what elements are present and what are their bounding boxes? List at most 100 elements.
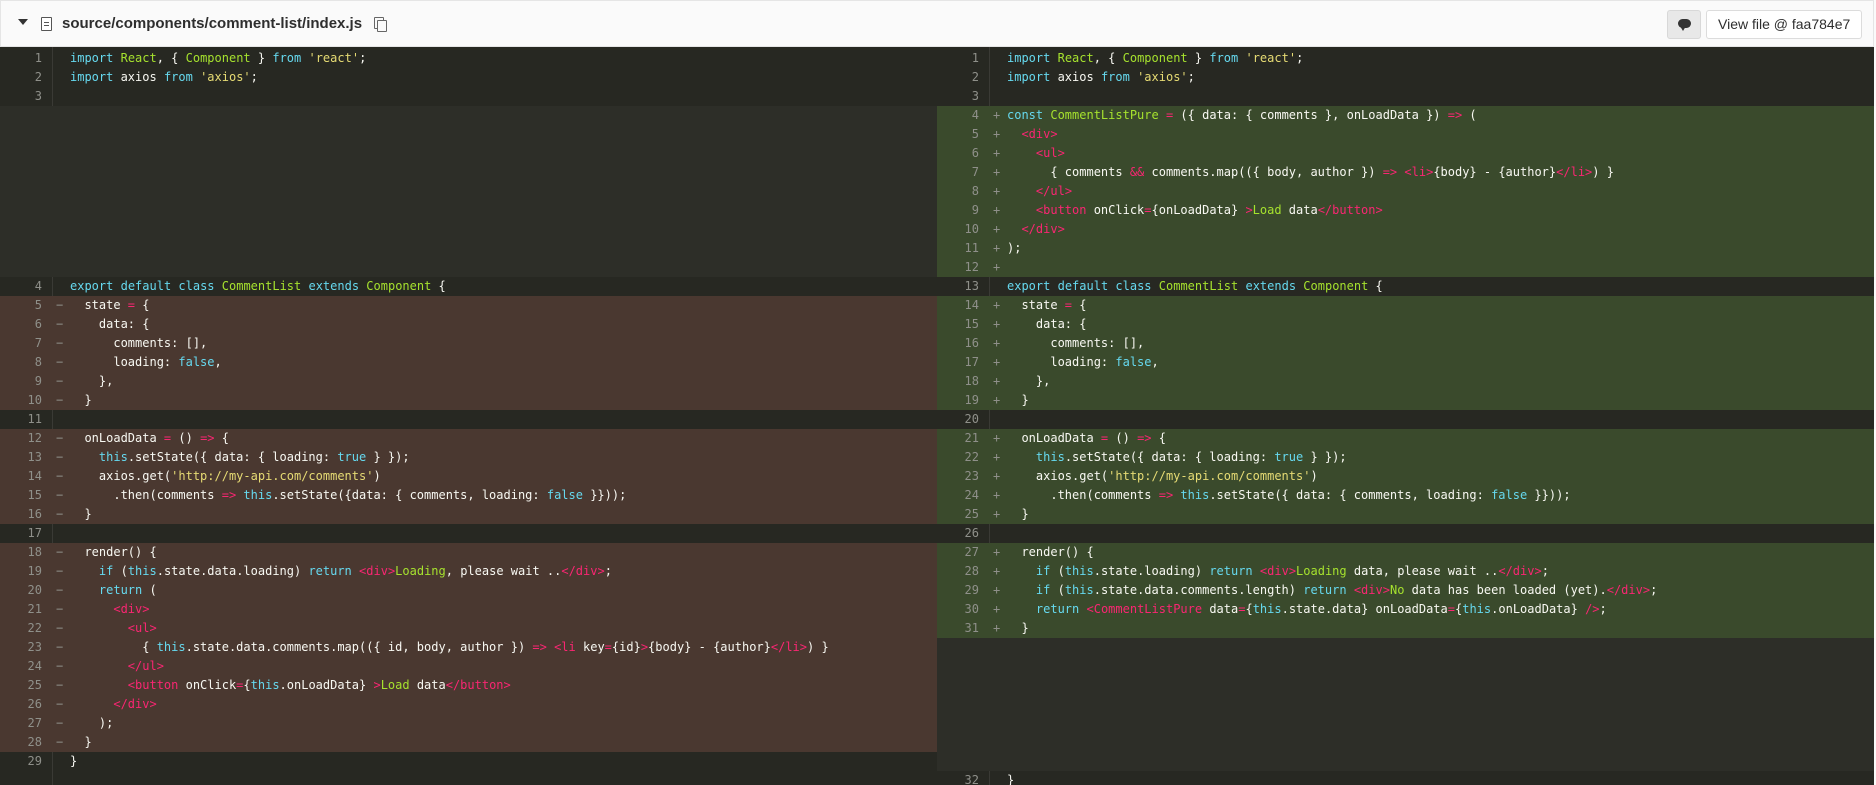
diff-line[interactable]: 4 export default class CommentList extend… [0,277,937,296]
diff-line[interactable]: 2 import axios from 'axios'; [937,68,1874,87]
diff-line[interactable]: 22− <ul> [0,619,937,638]
diff-line[interactable]: 3 [0,87,937,106]
diff-line[interactable]: 20− return ( [0,581,937,600]
line-number[interactable]: 18 [937,372,979,391]
diff-line[interactable]: 23 + axios.get('http://my-api.com/comment… [937,467,1874,486]
diff-line[interactable]: 14 + state = { [937,296,1874,315]
diff-line[interactable]: 23− { this.state.data.comments.map(({ id… [0,638,937,657]
line-number[interactable]: 27 [0,714,42,733]
diff-line[interactable]: 28− } [0,733,937,752]
diff-line[interactable]: 16 + comments: [], [937,334,1874,353]
line-number[interactable]: 14 [0,467,42,486]
diff-line[interactable]: 19 + } [937,391,1874,410]
line-number[interactable]: 17 [0,524,42,543]
diff-line[interactable]: 15 + data: { [937,315,1874,334]
diff-line[interactable]: 3 [937,87,1874,106]
diff-line[interactable]: 28 + if (this.state.loading) return <div>… [937,562,1874,581]
line-number[interactable]: 27 [937,543,979,562]
line-number[interactable]: 9 [937,201,979,220]
diff-line[interactable]: 21− <div> [0,600,937,619]
line-number[interactable]: 32 [937,771,979,785]
line-number[interactable]: 3 [0,87,42,106]
diff-line[interactable]: 5 + <div> [937,125,1874,144]
diff-line[interactable]: 32} [937,771,1874,785]
diff-line[interactable]: 15− .then(comments => this.setState({dat… [0,486,937,505]
diff-line[interactable]: 21 + onLoadData = () => { [937,429,1874,448]
diff-line[interactable]: 16− } [0,505,937,524]
diff-line[interactable]: 17 [0,524,937,543]
diff-line[interactable]: 27− ); [0,714,937,733]
line-number[interactable]: 23 [0,638,42,657]
diff-line[interactable]: 25− <button onClick={this.onLoadData} >L… [0,676,937,695]
line-number[interactable]: 16 [937,334,979,353]
line-number[interactable]: 4 [937,106,979,125]
diff-line[interactable]: 11 +); [937,239,1874,258]
diff-line[interactable]: 27 + render() { [937,543,1874,562]
diff-line[interactable]: 17 + loading: false, [937,353,1874,372]
diff-line[interactable]: 26 [937,524,1874,543]
line-number[interactable]: 13 [937,277,979,296]
copy-path-icon[interactable] [374,17,387,32]
line-number[interactable]: 7 [937,163,979,182]
diff-line[interactable]: 12− onLoadData = () => { [0,429,937,448]
diff-line[interactable]: 24− </ul> [0,657,937,676]
line-number[interactable]: 23 [937,467,979,486]
line-number[interactable]: 14 [937,296,979,315]
diff-line[interactable]: 2 import axios from 'axios'; [0,68,937,87]
line-number[interactable]: 29 [0,752,42,771]
line-number[interactable]: 19 [937,391,979,410]
line-number[interactable]: 7 [0,334,42,353]
diff-line[interactable]: 10 + </div> [937,220,1874,239]
line-number[interactable]: 22 [0,619,42,638]
line-number[interactable]: 21 [0,600,42,619]
diff-line[interactable]: 9− }, [0,372,937,391]
line-number[interactable]: 21 [937,429,979,448]
line-number[interactable]: 26 [937,524,979,543]
line-number[interactable]: 8 [937,182,979,201]
toggle-comments-button[interactable] [1667,10,1701,39]
line-number[interactable]: 28 [0,733,42,752]
diff-line[interactable]: 14− axios.get('http://my-api.com/comment… [0,467,937,486]
diff-line[interactable]: 29} [0,752,937,771]
diff-line[interactable]: 10− } [0,391,937,410]
line-number[interactable]: 29 [937,581,979,600]
diff-line[interactable]: 25 + } [937,505,1874,524]
line-number[interactable]: 15 [937,315,979,334]
line-number[interactable]: 6 [937,144,979,163]
diff-line[interactable]: 31 + } [937,619,1874,638]
line-number[interactable]: 28 [937,562,979,581]
line-number[interactable]: 6 [0,315,42,334]
line-number[interactable]: 19 [0,562,42,581]
diff-line[interactable]: 30 + return <CommentListPure data={this.s… [937,600,1874,619]
line-number[interactable]: 13 [0,448,42,467]
line-number[interactable]: 1 [0,49,42,68]
diff-line[interactable]: 4 + const CommentListPure = ({ data: { com… [937,106,1874,125]
line-number[interactable]: 3 [937,87,979,106]
diff-line[interactable]: 5− state = { [0,296,937,315]
collapse-toggle-icon[interactable] [15,14,31,30]
diff-line[interactable]: 6− data: { [0,315,937,334]
diff-line[interactable]: 13 export default class CommentList exten… [937,277,1874,296]
line-number[interactable]: 11 [937,239,979,258]
line-number[interactable]: 5 [937,125,979,144]
diff-line[interactable]: 8− loading: false, [0,353,937,372]
line-number[interactable]: 2 [937,68,979,87]
diff-line[interactable]: 6 + <ul> [937,144,1874,163]
line-number[interactable]: 17 [937,353,979,372]
line-number[interactable]: 22 [937,448,979,467]
diff-line[interactable]: 1 import React, { Component } from 'react… [0,49,937,68]
line-number[interactable]: 8 [0,353,42,372]
line-number[interactable]: 4 [0,277,42,296]
line-number[interactable]: 9 [0,372,42,391]
diff-line[interactable]: 13− this.setState({ data: { loading: tru… [0,448,937,467]
diff-line[interactable]: 18 + }, [937,372,1874,391]
line-number[interactable]: 12 [0,429,42,448]
diff-line[interactable]: 24 + .then(comments => this.setState({ da… [937,486,1874,505]
line-number[interactable]: 18 [0,543,42,562]
diff-line[interactable]: 18− render() { [0,543,937,562]
line-number[interactable]: 5 [0,296,42,315]
diff-line[interactable]: 7− comments: [], [0,334,937,353]
diff-line[interactable]: 19− if (this.state.data.loading) return … [0,562,937,581]
diff-line[interactable]: 20 [937,410,1874,429]
line-number[interactable]: 2 [0,68,42,87]
